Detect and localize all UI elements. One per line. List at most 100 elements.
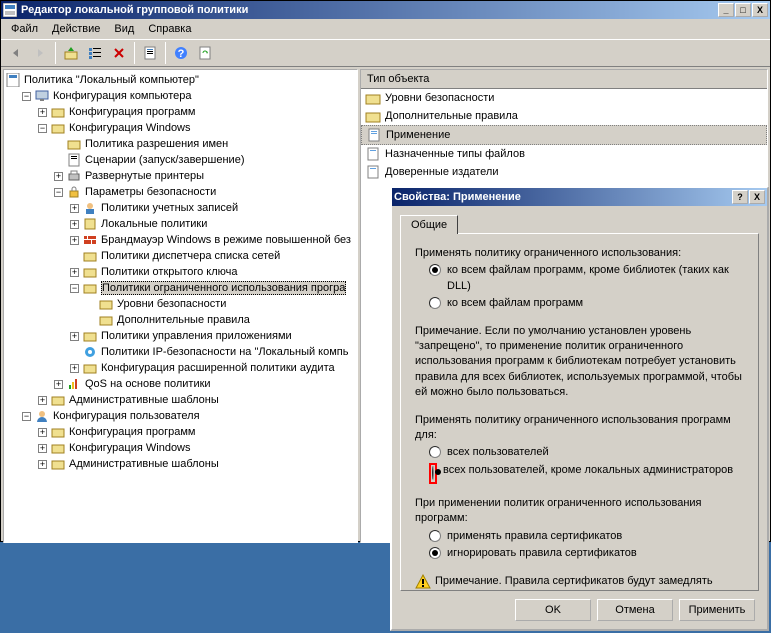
tree-audit[interactable]: +Конфигурация расширенной политики аудит… xyxy=(6,360,355,376)
tree-local-policies[interactable]: +Локальные политики xyxy=(6,216,355,232)
help-button[interactable]: ? xyxy=(732,190,748,204)
tree-ipsec[interactable]: Политики IP-безопасности на "Локальный к… xyxy=(6,344,355,360)
tree-soft-config[interactable]: +Конфигурация программ xyxy=(6,104,355,120)
tree-name-policy[interactable]: Политика разрешения имен xyxy=(6,136,355,152)
cancel-button[interactable]: Отмена xyxy=(597,599,673,621)
expand-icon[interactable]: + xyxy=(38,396,47,405)
tab-general[interactable]: Общие xyxy=(400,215,458,234)
menu-help[interactable]: Справка xyxy=(142,21,197,37)
radio-icon[interactable] xyxy=(429,264,441,276)
radio-apply-all[interactable]: ко всем файлам программ xyxy=(429,296,744,311)
tree-scenarios[interactable]: Сценарии (запуск/завершение) xyxy=(6,152,355,168)
expand-icon[interactable]: + xyxy=(70,268,79,277)
list-item-enforcement[interactable]: Применение xyxy=(361,125,767,145)
collapse-icon[interactable]: − xyxy=(22,92,31,101)
tree-win-config[interactable]: −Конфигурация Windows xyxy=(6,120,355,136)
expand-icon[interactable]: + xyxy=(38,460,47,469)
radio-icon[interactable] xyxy=(429,446,441,458)
tree-panel[interactable]: Политика "Локальный компьютер" −Конфигур… xyxy=(3,69,358,543)
list-header[interactable]: Тип объекта xyxy=(361,70,767,89)
radio-ignore-certs[interactable]: игнорировать правила сертификатов xyxy=(429,546,744,561)
expand-icon[interactable]: + xyxy=(70,364,79,373)
tree-srp[interactable]: −Политики ограниченного использования пр… xyxy=(6,280,355,296)
list-item-seclevels[interactable]: Уровни безопасности xyxy=(361,89,767,107)
radio-apply-certs[interactable]: применять правила сертификатов xyxy=(429,529,744,544)
properties-button[interactable] xyxy=(139,42,161,64)
script-icon xyxy=(67,153,81,167)
minimize-button[interactable]: _ xyxy=(718,3,734,17)
svg-text:?: ? xyxy=(178,48,185,60)
collapse-icon[interactable]: − xyxy=(22,412,31,421)
tree-root[interactable]: Политика "Локальный компьютер" xyxy=(6,72,355,88)
folder-icon xyxy=(99,313,113,327)
list-button[interactable] xyxy=(84,42,106,64)
tree-printers[interactable]: +Развернутые принтеры xyxy=(6,168,355,184)
radio-all-users[interactable]: всех пользователей xyxy=(429,445,744,460)
ipsec-icon xyxy=(83,345,97,359)
radio-apply-nodll[interactable]: ко всем файлам программ, кроме библиотек… xyxy=(429,263,744,294)
close-button[interactable]: X xyxy=(752,3,768,17)
back-button[interactable] xyxy=(5,42,27,64)
radio-icon[interactable] xyxy=(429,547,441,559)
expand-icon[interactable]: + xyxy=(54,172,63,181)
forward-button[interactable] xyxy=(29,42,51,64)
ok-button[interactable]: OK xyxy=(515,599,591,621)
tree-security[interactable]: −Параметры безопасности xyxy=(6,184,355,200)
expand-icon[interactable]: + xyxy=(70,332,79,341)
tree-netlist[interactable]: Политики диспетчера списка сетей xyxy=(6,248,355,264)
list-item-addrules[interactable]: Дополнительные правила xyxy=(361,107,767,125)
tree-qos[interactable]: +QoS на основе политики xyxy=(6,376,355,392)
expand-icon[interactable]: + xyxy=(70,204,79,213)
help-button[interactable]: ? xyxy=(170,42,192,64)
tree-apppolicies[interactable]: +Политики управления приложениями xyxy=(6,328,355,344)
maximize-button[interactable]: □ xyxy=(735,3,751,17)
menu-view[interactable]: Вид xyxy=(108,21,140,37)
tree-pubkey[interactable]: +Политики открытого ключа xyxy=(6,264,355,280)
app-icon xyxy=(3,3,17,17)
tree-addrules[interactable]: Дополнительные правила xyxy=(6,312,355,328)
refresh-button[interactable] xyxy=(194,42,216,64)
menu-action[interactable]: Действие xyxy=(46,21,106,37)
dialog-title: Свойства: Применение xyxy=(394,191,732,203)
menu-file[interactable]: Файл xyxy=(5,21,44,37)
tree-admintpl[interactable]: +Административные шаблоны xyxy=(6,392,355,408)
toolbar: ? xyxy=(1,39,770,67)
list-item-filetypes[interactable]: Назначенные типы файлов xyxy=(361,145,767,163)
collapse-icon[interactable]: − xyxy=(54,188,63,197)
expand-icon[interactable]: + xyxy=(70,236,79,245)
expand-icon[interactable]: + xyxy=(54,380,63,389)
folder-icon xyxy=(51,457,65,471)
expand-icon[interactable]: + xyxy=(38,108,47,117)
list-item-publishers[interactable]: Доверенные издатели xyxy=(361,163,767,181)
radio-icon[interactable] xyxy=(432,466,434,480)
tree-u-soft[interactable]: +Конфигурация программ xyxy=(6,424,355,440)
folder-icon xyxy=(51,425,65,439)
qos-icon xyxy=(67,377,81,391)
radio-except-admins[interactable]: всех пользователей, кроме локальных адми… xyxy=(429,463,744,484)
radio-icon[interactable] xyxy=(429,297,441,309)
tree-comp-config[interactable]: −Конфигурация компьютера xyxy=(6,88,355,104)
tree-account-policies[interactable]: +Политики учетных записей xyxy=(6,200,355,216)
folder-icon xyxy=(51,105,65,119)
tree-u-admin[interactable]: +Административные шаблоны xyxy=(6,456,355,472)
note1: Примечание. Если по умолчанию установлен… xyxy=(415,324,744,401)
folder-icon xyxy=(83,265,97,279)
expand-icon[interactable]: + xyxy=(38,444,47,453)
firewall-icon xyxy=(83,233,97,247)
expand-icon[interactable]: + xyxy=(38,428,47,437)
folder-icon xyxy=(83,329,97,343)
expand-icon[interactable]: + xyxy=(70,220,79,229)
tree-seclevels[interactable]: Уровни безопасности xyxy=(6,296,355,312)
tree-u-win[interactable]: +Конфигурация Windows xyxy=(6,440,355,456)
note2: Примечание. Правила сертификатов будут з… xyxy=(435,574,744,591)
radio-icon[interactable] xyxy=(429,530,441,542)
apply-button[interactable]: Применить xyxy=(679,599,755,621)
tree-user-config[interactable]: −Конфигурация пользователя xyxy=(6,408,355,424)
collapse-icon[interactable]: − xyxy=(38,124,47,133)
up-button[interactable] xyxy=(60,42,82,64)
delete-button[interactable] xyxy=(108,42,130,64)
folder-icon xyxy=(365,108,381,124)
close-button[interactable]: X xyxy=(749,190,765,204)
collapse-icon[interactable]: − xyxy=(70,284,79,293)
tree-firewall[interactable]: +Брандмауэр Windows в режиме повышенной … xyxy=(6,232,355,248)
